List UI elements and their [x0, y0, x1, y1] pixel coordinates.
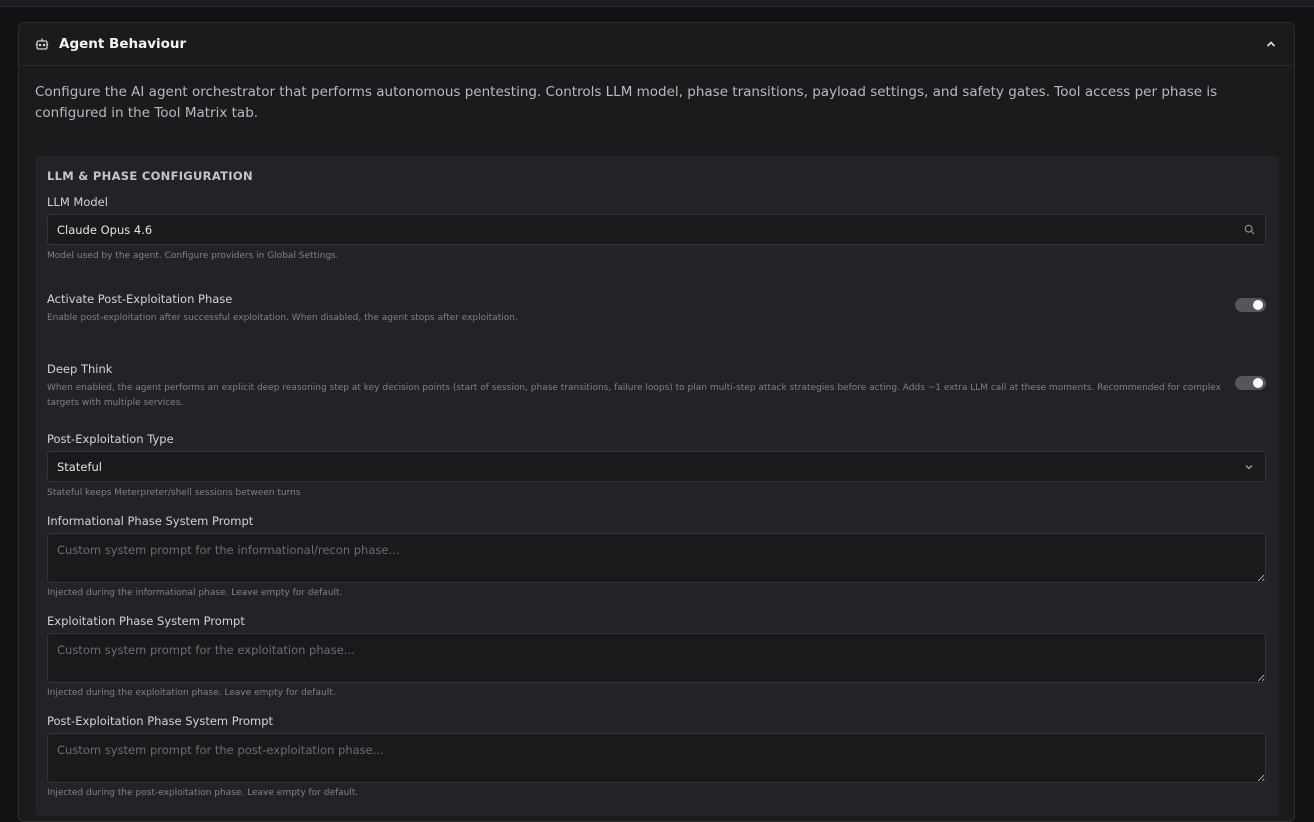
post-exploitation-prompt-help: Injected during the post-exploitation ph… [47, 788, 359, 798]
post-exploitation-toggle[interactable] [1235, 298, 1266, 312]
agent-behaviour-card: Agent Behaviour Configure the AI agent o… [18, 22, 1295, 822]
toggle-knob [1253, 300, 1263, 310]
deep-think-toggle[interactable] [1235, 376, 1266, 390]
llm-model-value: Claude Opus 4.6 [57, 222, 153, 237]
post-exploitation-prompt-textarea[interactable] [47, 733, 1266, 783]
exploitation-prompt-label: Exploitation Phase System Prompt [47, 614, 245, 628]
post-exploitation-type-label: Post-Exploitation Type [47, 432, 174, 446]
card-title: Agent Behaviour [59, 36, 187, 52]
chevron-up-icon[interactable] [1264, 37, 1278, 51]
exploitation-prompt-help: Injected during the exploitation phase. … [47, 688, 336, 698]
card-description: Configure the AI agent orchestrator that… [35, 84, 1218, 121]
search-icon [1244, 224, 1256, 236]
robot-icon [35, 36, 51, 52]
llm-model-help: Model used by the agent. Configure provi… [47, 251, 339, 261]
toggle-knob [1253, 378, 1263, 388]
card-header[interactable]: Agent Behaviour [19, 23, 1294, 66]
post-exploitation-toggle-help: Enable post-exploitation after successfu… [47, 313, 518, 323]
deep-think-help: When enabled, the agent performs an expl… [47, 383, 1221, 408]
llm-phase-section: LLM & PHASE CONFIGURATION LLM Model Clau… [35, 156, 1279, 816]
llm-model-label: LLM Model [47, 195, 108, 209]
post-exploitation-type-help: Stateful keeps Meterpreter/shell session… [47, 488, 301, 498]
section-title: LLM & PHASE CONFIGURATION [47, 169, 253, 183]
post-exploitation-type-value: Stateful [57, 459, 102, 474]
deep-think-label: Deep Think [47, 362, 113, 376]
llm-model-input[interactable]: Claude Opus 4.6 [47, 214, 1266, 245]
post-exploitation-toggle-label: Activate Post-Exploitation Phase [47, 292, 233, 306]
post-exploitation-type-select[interactable]: Stateful [47, 451, 1266, 482]
chevron-down-icon [1244, 461, 1256, 473]
top-strip [0, 0, 1314, 7]
post-exploitation-prompt-label: Post-Exploitation Phase System Prompt [47, 714, 274, 728]
informational-prompt-help: Injected during the informational phase.… [47, 588, 343, 598]
informational-prompt-textarea[interactable] [47, 533, 1266, 583]
exploitation-prompt-textarea[interactable] [47, 633, 1266, 683]
informational-prompt-label: Informational Phase System Prompt [47, 514, 254, 528]
